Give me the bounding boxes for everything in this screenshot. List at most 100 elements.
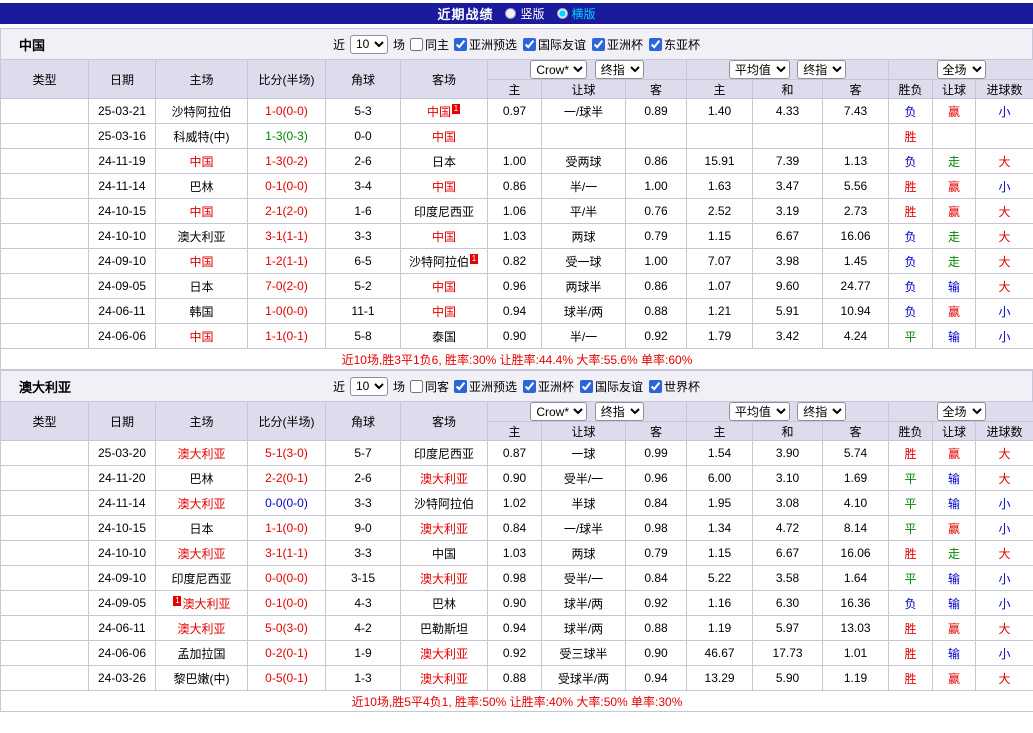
result-wdl-cell: 负	[888, 273, 934, 299]
euro-home-odds-cell	[686, 123, 754, 149]
score-cell: 2-2(0-1)	[247, 465, 326, 491]
asian-odds-header: Crow* 终指	[486, 59, 688, 80]
asian-home-odds-cell: 1.00	[487, 148, 542, 174]
asian-home-odds-cell: 1.03	[487, 223, 542, 249]
result-goals-cell: 大	[975, 148, 1033, 174]
competition-checkbox-input[interactable]	[649, 379, 663, 393]
col-home: 主场	[155, 59, 248, 99]
result-handicap-cell: 赢	[932, 98, 977, 124]
competition-checkbox-input[interactable]	[649, 37, 663, 51]
games-count-select[interactable]: 10	[349, 376, 388, 396]
table-row: 亚洲预选 24-11-14 澳大利亚 0-0(0-0) 3-3 沙特阿拉伯 1.02 半球 0.…	[0, 490, 1033, 516]
table-row: 亚洲预选 24-11-19 中国 1-3(0-2) 2-6 日本 1.00 受两球 0.86 15…	[0, 148, 1033, 174]
score-cell: 3-1(1-1)	[247, 223, 326, 249]
euro-draw-odds-cell: 3.19	[752, 198, 824, 224]
average-select[interactable]: 平均值	[728, 60, 790, 79]
team-name: 泰国	[431, 329, 456, 344]
date-cell: 24-09-05	[88, 590, 156, 616]
away-team-cell: 澳大利亚	[400, 640, 488, 666]
competition-checkbox-input[interactable]	[580, 379, 594, 393]
asian-handicap-cell: 平/半	[541, 198, 626, 224]
match-type-cell: 亚洲预选	[0, 490, 89, 516]
final-odds-select[interactable]: 终指	[594, 402, 644, 421]
layout-radio-horizontal[interactable]	[556, 8, 568, 19]
competition-checkbox[interactable]: 东亚杯	[649, 36, 700, 53]
same-venue-checkbox[interactable]: 同主	[409, 36, 449, 53]
match-type-cell: 亚洲预选	[0, 540, 89, 566]
result-wdl-cell: 胜	[888, 540, 934, 566]
result-handicap-cell: 赢	[932, 173, 977, 199]
home-team-cell: 科威特(中)	[155, 123, 248, 149]
competition-checkbox-input[interactable]	[523, 379, 536, 393]
fulltime-select[interactable]: 全场	[936, 60, 986, 79]
result-handicap-cell: 赢	[932, 515, 977, 541]
match-type-cell: 亚洲预选	[0, 665, 89, 691]
result-handicap-cell	[932, 123, 977, 149]
team-name: 中国	[431, 229, 456, 244]
team-name: 澳大利亚	[177, 621, 226, 636]
competition-checkbox[interactable]: 国际友谊	[523, 36, 586, 53]
competition-checkbox[interactable]: 亚洲预选	[453, 378, 517, 395]
euro-away-odds-cell: 13.03	[822, 615, 890, 641]
competition-checkbox-input[interactable]	[453, 379, 467, 393]
competition-checkbox[interactable]: 国际友谊	[580, 378, 643, 395]
home-team-cell: 1 澳大利亚	[155, 590, 248, 616]
bookmaker-select[interactable]: Crow*	[530, 402, 588, 421]
fulltime-select[interactable]: 全场	[936, 402, 986, 421]
euro-away-odds-cell: 16.36	[822, 590, 890, 616]
asian-away-odds-cell: 0.92	[624, 323, 688, 349]
competition-label: 国际友谊	[538, 37, 587, 52]
final-odds-select[interactable]: 终指	[797, 60, 847, 79]
competition-checkbox[interactable]: 世界杯	[649, 378, 700, 395]
competition-checkbox[interactable]: 亚洲杯	[523, 378, 574, 395]
final-odds-select[interactable]: 终指	[797, 402, 847, 421]
same-venue-checkbox-input[interactable]	[409, 379, 423, 393]
layout-option-vertical[interactable]: 竖版	[505, 5, 545, 22]
match-type-cell: 亚洲预选	[0, 323, 89, 349]
date-cell: 24-10-10	[88, 540, 156, 566]
team-name: 沙特阿拉伯	[171, 104, 232, 119]
result-wdl-cell: 胜	[888, 440, 934, 466]
table-row: 亚洲预选 24-10-10 澳大利亚 3-1(1-1) 3-3 中国 1.03 两球 0.79 1…	[0, 223, 1033, 249]
layout-option-horizontal[interactable]: 横版	[556, 5, 596, 22]
team-name: 澳大利亚	[419, 471, 468, 486]
games-count-select[interactable]: 10	[349, 34, 388, 54]
home-team-cell: 黎巴嫩(中)	[155, 665, 248, 691]
euro-home-odds-cell: 13.29	[686, 665, 754, 691]
layout-radio-vertical[interactable]	[505, 8, 517, 19]
corner-cell: 2-6	[325, 148, 401, 174]
same-venue-checkbox-input[interactable]	[409, 37, 423, 51]
table-row: 亚洲预选 24-11-14 巴林 0-1(0-0) 3-4 中国 0.86 半/一 1.00 1.…	[0, 173, 1033, 199]
result-wdl-cell: 胜	[888, 615, 934, 641]
team-name: 澳大利亚	[419, 571, 468, 586]
competition-checkbox-input[interactable]	[523, 37, 536, 51]
result-goals-cell: 小	[975, 565, 1033, 591]
competition-checkbox-input[interactable]	[453, 37, 467, 51]
competition-label: 世界杯	[664, 379, 701, 394]
col-euro-home: 主	[686, 79, 754, 99]
home-team-cell: 日本	[155, 273, 248, 299]
away-team-cell: 中国	[400, 540, 488, 566]
date-cell: 24-03-26	[88, 665, 156, 691]
final-odds-select[interactable]: 终指	[594, 60, 644, 79]
asian-home-odds-cell: 0.88	[487, 665, 542, 691]
result-goals-cell: 大	[975, 465, 1033, 491]
home-team-cell: 日本	[155, 515, 248, 541]
result-handicap-cell: 输	[932, 490, 977, 516]
competition-checkbox[interactable]: 亚洲杯	[592, 36, 643, 53]
away-team-cell: 中国	[400, 298, 488, 324]
layout-label-vertical: 竖版	[520, 7, 545, 21]
result-handicap-cell: 赢	[932, 440, 977, 466]
asian-handicap-cell: 半/一	[541, 173, 626, 199]
average-select[interactable]: 平均值	[728, 402, 790, 421]
asian-home-odds-cell: 1.03	[487, 540, 542, 566]
same-venue-checkbox[interactable]: 同客	[409, 378, 449, 395]
table-row: 亚洲预选 24-03-26 黎巴嫩(中) 0-5(0-1) 1-3 澳大利亚 0.88 受球半…	[0, 665, 1033, 691]
date-cell: 24-10-15	[88, 198, 156, 224]
asian-handicap-cell: 两球半	[541, 273, 626, 299]
result-wdl-cell: 胜	[888, 173, 934, 199]
competition-checkbox-input[interactable]	[592, 37, 606, 51]
competition-checkbox[interactable]: 亚洲预选	[453, 36, 517, 53]
filter-bar: 近 10 场 同客 亚洲预选 亚洲杯 国际友谊 世界杯	[333, 376, 700, 396]
bookmaker-select[interactable]: Crow*	[530, 60, 588, 79]
